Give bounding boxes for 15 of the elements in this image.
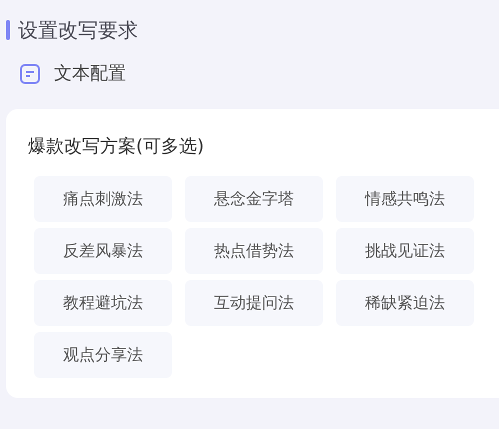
option-chip[interactable]: 热点借势法: [185, 228, 323, 274]
card-title: 爆款改写方案(可多选): [28, 135, 206, 159]
option-chip[interactable]: 观点分享法: [34, 332, 172, 378]
tab-label[interactable]: 文本配置: [54, 60, 126, 87]
option-chip[interactable]: 教程避坑法: [34, 280, 172, 326]
option-chip[interactable]: 反差风暴法: [34, 228, 172, 274]
option-chip[interactable]: 稀缺紧迫法: [336, 280, 474, 326]
document-icon: [20, 64, 40, 84]
option-chip[interactable]: 悬念金字塔: [185, 176, 323, 222]
option-chip[interactable]: 痛点刺激法: [34, 176, 172, 222]
option-chip[interactable]: 情感共鸣法: [336, 176, 474, 222]
section-title: 设置改写要求: [18, 20, 138, 40]
accent-bar: [6, 20, 10, 40]
option-chip[interactable]: 互动提问法: [185, 280, 323, 326]
option-chip[interactable]: 挑战见证法: [336, 228, 474, 274]
